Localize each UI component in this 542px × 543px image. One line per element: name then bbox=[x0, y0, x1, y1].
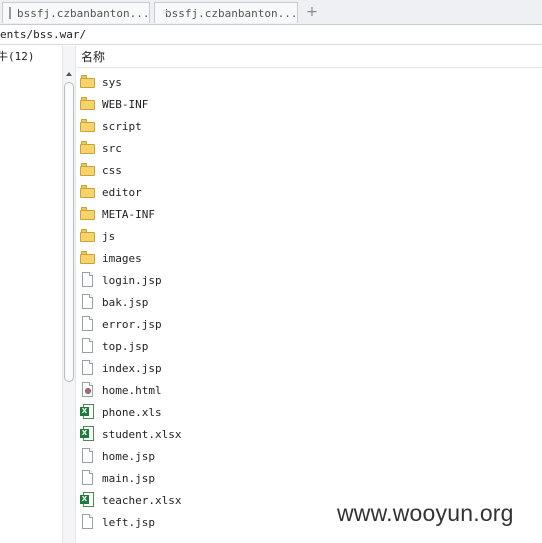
file-icon bbox=[80, 360, 96, 375]
list-item[interactable]: index.jsp bbox=[77, 357, 542, 379]
scroll-up-arrow-icon[interactable] bbox=[66, 72, 72, 76]
list-item[interactable]: sys bbox=[77, 71, 542, 93]
list-item[interactable]: src bbox=[77, 137, 542, 159]
left-pane-header: 牛(12) bbox=[0, 50, 35, 63]
file-name: index.jsp bbox=[102, 361, 162, 375]
tab-bar: bssfj.czbanbanton... bssfj.czbanbanton..… bbox=[0, 0, 542, 25]
file-name: login.jsp bbox=[102, 273, 162, 287]
file-name: js bbox=[102, 229, 116, 243]
file-name: teacher.xlsx bbox=[102, 493, 182, 507]
folder-icon bbox=[80, 251, 96, 265]
file-name: META-INF bbox=[102, 207, 155, 221]
list-item[interactable]: Xphone.xls bbox=[77, 401, 542, 423]
file-name: script bbox=[102, 119, 142, 133]
file-name: css bbox=[102, 163, 122, 177]
vertical-scrollbar[interactable] bbox=[62, 46, 76, 543]
list-item[interactable]: main.jsp bbox=[77, 467, 542, 489]
file-name: left.jsp bbox=[102, 515, 155, 529]
list-item[interactable]: home.jsp bbox=[77, 445, 542, 467]
path-text: ents/bss.war/ bbox=[0, 28, 87, 41]
html-file-icon bbox=[80, 382, 96, 397]
list-item[interactable]: login.jsp bbox=[77, 269, 542, 291]
excel-file-icon: X bbox=[80, 492, 96, 507]
excel-file-icon: X bbox=[80, 426, 96, 441]
file-name: src bbox=[102, 141, 122, 155]
file-icon bbox=[80, 514, 96, 529]
file-name: WEB-INF bbox=[102, 97, 149, 111]
file-icon bbox=[80, 470, 96, 485]
folder-icon bbox=[80, 141, 96, 155]
file-name: home.jsp bbox=[102, 449, 155, 463]
file-name: phone.xls bbox=[102, 405, 162, 419]
file-name: error.jsp bbox=[102, 317, 162, 331]
list-item[interactable]: top.jsp bbox=[77, 335, 542, 357]
list-item[interactable]: Xstudent.xlsx bbox=[77, 423, 542, 445]
tab-1[interactable]: bssfj.czbanbanton... bbox=[2, 2, 150, 23]
list-item[interactable]: META-INF bbox=[77, 203, 542, 225]
list-item[interactable]: editor bbox=[77, 181, 542, 203]
file-name: sys bbox=[102, 75, 122, 89]
column-header-name[interactable]: 名称 bbox=[77, 46, 542, 68]
file-icon bbox=[80, 338, 96, 353]
list-item[interactable]: error.jsp bbox=[77, 313, 542, 335]
file-icon bbox=[80, 272, 96, 287]
list-item[interactable]: script bbox=[77, 115, 542, 137]
watermark: www.wooyun.org bbox=[337, 500, 514, 526]
list-item[interactable]: home.html bbox=[77, 379, 542, 401]
new-tab-button[interactable]: + bbox=[304, 3, 320, 21]
file-name: home.html bbox=[102, 383, 162, 397]
tab-1-label: bssfj.czbanbanton... bbox=[17, 6, 150, 20]
tab-2-label: bssfj.czbanbanton... bbox=[165, 6, 298, 20]
file-list-pane: 名称 sys WEB-INF script src css editor META-INF j… bbox=[77, 46, 542, 543]
file-name: top.jsp bbox=[102, 339, 149, 353]
file-name: main.jsp bbox=[102, 471, 155, 485]
folder-icon bbox=[80, 97, 96, 111]
file-name: student.xlsx bbox=[102, 427, 182, 441]
folder-icon bbox=[80, 75, 96, 89]
file-icon bbox=[80, 294, 96, 309]
document-icon bbox=[9, 7, 11, 19]
file-list: sys WEB-INF script src css editor META-INF js im… bbox=[77, 71, 542, 533]
tab-2[interactable]: bssfj.czbanbanton... bbox=[154, 2, 298, 23]
file-icon bbox=[80, 316, 96, 331]
folder-icon bbox=[80, 229, 96, 243]
list-item[interactable]: WEB-INF bbox=[77, 93, 542, 115]
file-icon bbox=[80, 448, 96, 463]
folder-icon bbox=[80, 163, 96, 177]
excel-file-icon: X bbox=[80, 404, 96, 419]
list-item[interactable]: css bbox=[77, 159, 542, 181]
left-pane: 牛(12) bbox=[0, 46, 62, 543]
file-name: images bbox=[102, 251, 142, 265]
file-name: bak.jsp bbox=[102, 295, 149, 309]
folder-icon bbox=[80, 185, 96, 199]
list-item[interactable]: js bbox=[77, 225, 542, 247]
file-name: editor bbox=[102, 185, 142, 199]
list-item[interactable]: images bbox=[77, 247, 542, 269]
folder-icon bbox=[80, 207, 96, 221]
scrollbar-thumb[interactable] bbox=[64, 82, 74, 382]
folder-icon bbox=[80, 119, 96, 133]
path-bar[interactable]: ents/bss.war/ bbox=[0, 25, 542, 45]
list-item[interactable]: bak.jsp bbox=[77, 291, 542, 313]
